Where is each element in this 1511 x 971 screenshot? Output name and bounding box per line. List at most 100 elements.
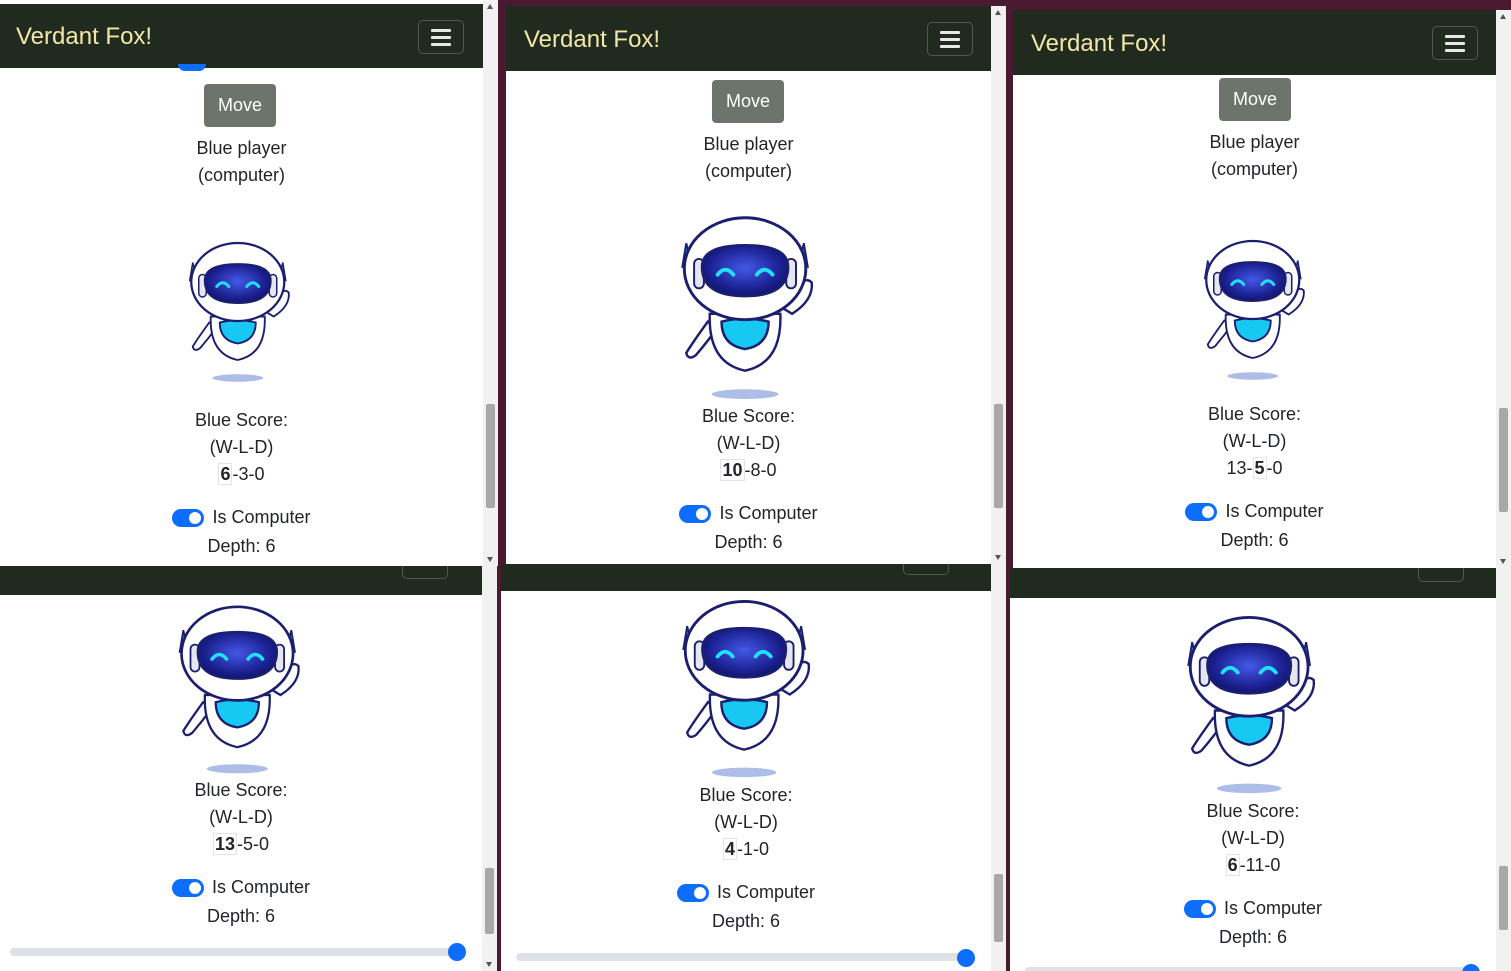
brand-title[interactable]: Verdant Fox! bbox=[1031, 30, 1167, 58]
navbar bbox=[1010, 568, 1496, 598]
move-button[interactable]: Move bbox=[204, 84, 276, 127]
player-type: (computer) bbox=[1210, 159, 1299, 179]
toggle-label: Is Computer bbox=[1225, 501, 1324, 521]
toggle-switch[interactable] bbox=[172, 509, 205, 528]
hamburger-icon bbox=[1445, 35, 1465, 38]
scrollbar[interactable] bbox=[991, 6, 1006, 564]
score-l: 3 bbox=[238, 464, 249, 484]
score-format: (W-L-D) bbox=[1221, 828, 1285, 848]
depth-label: Depth: 6 bbox=[207, 536, 276, 556]
depth-slider-track[interactable] bbox=[10, 948, 462, 956]
scrollbar[interactable] bbox=[483, 0, 498, 566]
score-d: 0 bbox=[1270, 855, 1281, 875]
score-w: 4 bbox=[722, 838, 737, 860]
scrollbar[interactable] bbox=[482, 566, 497, 971]
hamburger-icon bbox=[431, 29, 451, 32]
scroll-thumb[interactable] bbox=[486, 404, 495, 508]
scroll-down-icon[interactable] bbox=[995, 555, 1001, 560]
scroll-thumb[interactable] bbox=[994, 874, 1003, 942]
score-value: 4 -1-0 bbox=[722, 838, 770, 860]
scroll-thumb[interactable] bbox=[994, 404, 1003, 508]
score-format: (W-L-D) bbox=[209, 437, 274, 457]
window-6: Blue Score: (W-L-D) 6 -11-0 Is Computer D… bbox=[1010, 568, 1511, 971]
menu-toggle-button[interactable] bbox=[418, 20, 464, 54]
menu-toggle-button[interactable] bbox=[1418, 568, 1464, 582]
scroll-down-icon[interactable] bbox=[487, 557, 493, 562]
is-computer-toggle[interactable]: Is Computer bbox=[0, 507, 483, 533]
toggle-switch[interactable] bbox=[171, 879, 204, 898]
score-value: 6 -3-0 bbox=[218, 463, 265, 485]
score-l: 5 bbox=[1252, 457, 1267, 479]
navbar: Verdant Fox! bbox=[1013, 10, 1496, 75]
toggle-switch[interactable] bbox=[679, 505, 712, 524]
robot-avatar-icon bbox=[1195, 232, 1315, 382]
toggle-label: Is Computer bbox=[1223, 898, 1323, 918]
toggle-switch[interactable] bbox=[676, 884, 709, 903]
menu-toggle-button[interactable] bbox=[1432, 26, 1478, 60]
player-label: Blue player bbox=[1209, 132, 1300, 152]
is-computer-toggle[interactable]: Is Computer bbox=[506, 503, 991, 529]
score-label: Blue Score: bbox=[194, 410, 289, 430]
score-w: 6 bbox=[218, 463, 233, 485]
window-3: Verdant Fox! Move Blue player (computer)… bbox=[1013, 10, 1511, 568]
depth-label: Depth: 6 bbox=[1218, 927, 1288, 947]
scrollbar[interactable] bbox=[1496, 568, 1511, 971]
score-value: 10 -8-0 bbox=[720, 459, 777, 481]
is-computer-toggle[interactable]: Is Computer bbox=[1013, 501, 1496, 527]
scrollbar[interactable] bbox=[1496, 10, 1511, 568]
player-label: Blue player bbox=[703, 134, 794, 154]
score-l: 5 bbox=[243, 834, 254, 854]
scroll-down-icon[interactable] bbox=[1500, 559, 1506, 564]
scroll-thumb[interactable] bbox=[1499, 866, 1508, 930]
scroll-up-icon[interactable] bbox=[487, 4, 493, 9]
window-1: Verdant Fox! Move Blue player (computer)… bbox=[0, 0, 498, 566]
menu-toggle-button[interactable] bbox=[402, 566, 448, 579]
depth-slider-knob[interactable] bbox=[1462, 964, 1480, 971]
score-l: 11 bbox=[1245, 855, 1265, 875]
score-w: 6 bbox=[1225, 854, 1240, 876]
player-type: (computer) bbox=[704, 161, 793, 181]
hamburger-icon bbox=[940, 31, 960, 34]
scroll-down-icon[interactable] bbox=[486, 962, 492, 967]
scrollbar[interactable] bbox=[991, 564, 1006, 971]
score-value: 6 -11-0 bbox=[1225, 854, 1281, 876]
score-l: 8 bbox=[750, 460, 761, 480]
toggle-label: Is Computer bbox=[212, 507, 311, 527]
scroll-up-icon[interactable] bbox=[995, 10, 1001, 15]
scroll-thumb[interactable] bbox=[1499, 408, 1508, 512]
score-d: 0 bbox=[766, 460, 777, 480]
move-button[interactable]: Move bbox=[712, 80, 784, 123]
robot-avatar-icon bbox=[164, 596, 316, 776]
toggle-label: Is Computer bbox=[719, 503, 818, 523]
scroll-up-icon[interactable] bbox=[1500, 14, 1506, 19]
move-button[interactable]: Move bbox=[1219, 78, 1291, 121]
robot-avatar-icon bbox=[180, 234, 300, 384]
robot-avatar-icon bbox=[672, 206, 824, 402]
score-label: Blue Score: bbox=[194, 780, 288, 800]
is-computer-toggle[interactable]: Is Computer bbox=[1010, 898, 1496, 924]
menu-toggle-button[interactable] bbox=[903, 564, 949, 575]
is-computer-toggle[interactable]: Is Computer bbox=[0, 877, 482, 903]
toggle-switch[interactable] bbox=[1183, 900, 1216, 919]
score-label: Blue Score: bbox=[699, 785, 793, 805]
is-computer-toggle[interactable]: Is Computer bbox=[501, 882, 991, 908]
menu-toggle-button[interactable] bbox=[927, 22, 973, 56]
score-format: (W-L-D) bbox=[714, 812, 778, 832]
toggle-label: Is Computer bbox=[211, 877, 311, 897]
scroll-thumb[interactable] bbox=[485, 868, 494, 934]
window-2: Verdant Fox! Move Blue player (computer)… bbox=[506, 6, 1006, 564]
player-label: Blue player bbox=[196, 138, 287, 158]
brand-title[interactable]: Verdant Fox! bbox=[524, 26, 660, 54]
score-d: 0 bbox=[259, 834, 270, 854]
depth-label: Depth: 6 bbox=[206, 906, 276, 926]
robot-avatar-icon bbox=[1176, 606, 1328, 796]
depth-slider-knob[interactable] bbox=[957, 949, 975, 967]
depth-slider-knob[interactable] bbox=[448, 943, 466, 961]
brand-title[interactable]: Verdant Fox! bbox=[16, 23, 152, 51]
window-4: Blue Score: (W-L-D) 13 -5-0 Is Computer D… bbox=[0, 566, 497, 971]
navbar bbox=[501, 564, 991, 591]
score-w: 10 bbox=[720, 459, 745, 481]
depth-slider-track[interactable] bbox=[1025, 967, 1475, 971]
toggle-switch[interactable] bbox=[1185, 503, 1218, 522]
depth-slider-track[interactable] bbox=[516, 953, 972, 961]
